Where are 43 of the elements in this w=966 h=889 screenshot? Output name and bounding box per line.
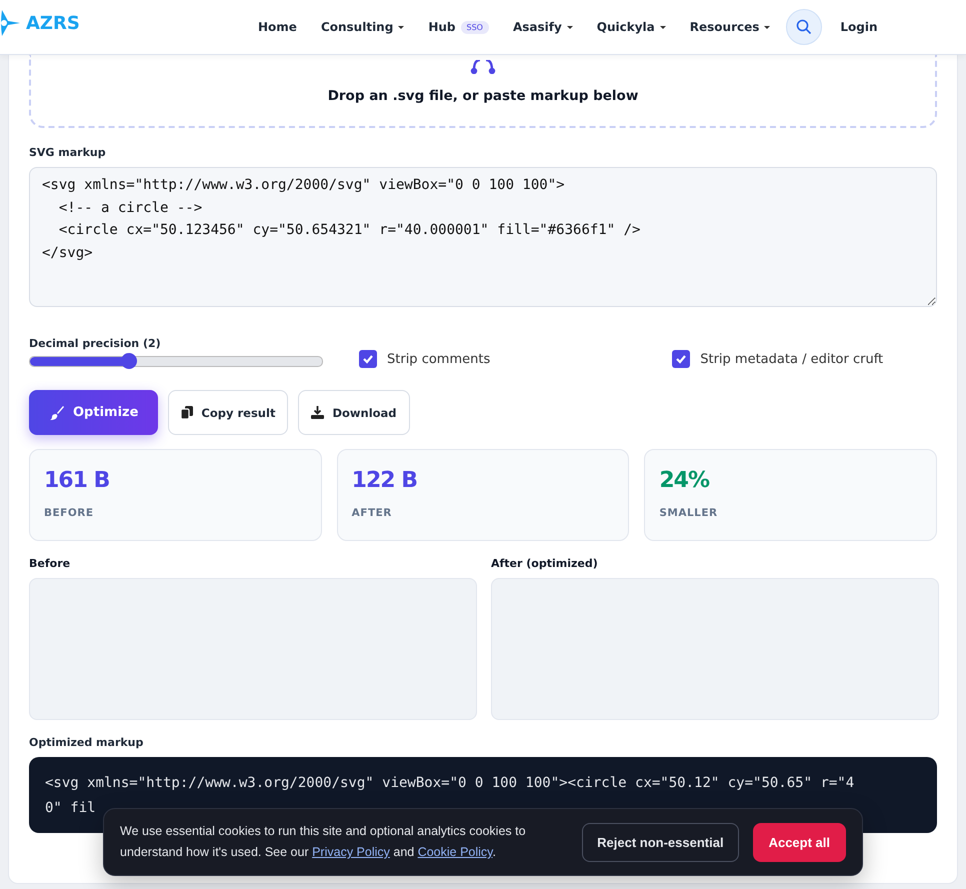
stat-label: AFTER (352, 507, 393, 519)
brush-icon (49, 404, 65, 420)
slider-label: Decimal precision (2) (29, 337, 162, 350)
preview-label: After (optimized) (491, 557, 599, 570)
drop-zone-text: Drop an .svg file, or paste markup below (328, 88, 638, 104)
preview-label: Before (29, 557, 72, 570)
check-icon (675, 353, 688, 365)
nav-link[interactable]: Consulting (308, 20, 416, 34)
copy-icon (181, 406, 194, 419)
action-button[interactable]: Optimize (29, 390, 158, 435)
checkbox-label[interactable]: Strip comments (387, 352, 490, 366)
stat-value: 24% (659, 468, 710, 493)
download-icon (311, 406, 324, 419)
nav-link[interactable]: Home (246, 20, 309, 34)
check-icon (362, 353, 374, 365)
nav-link[interactable]: Asasify (500, 20, 585, 34)
login-link[interactable]: Login (828, 20, 890, 34)
slider-thumb[interactable] (121, 352, 138, 368)
nav-link[interactable]: Quickyla (584, 20, 678, 34)
nav-link[interactable]: Resources (678, 20, 782, 34)
field-label: SVG markup (29, 146, 107, 159)
stat-label: SMALLER (659, 507, 719, 519)
search-icon (796, 19, 812, 35)
action-button[interactable]: Download (298, 390, 410, 435)
checkbox[interactable] (359, 350, 377, 368)
upload-icon (468, 60, 498, 74)
nav-badge: SSO (460, 20, 489, 34)
stat-value: 161 B (44, 468, 110, 493)
nav-link[interactable]: Hub SSO (416, 20, 501, 34)
policy-link[interactable]: Cookie Policy (418, 845, 493, 859)
search-button[interactable] (786, 9, 822, 45)
accept-button[interactable]: Accept all (752, 822, 846, 862)
svg-markup-field[interactable]: <svg xmlns="http://www.w3.org/2000/svg" viewBox="0 0 100 100"> <!-- a circle --> <circle cx="50.123456" cy="50.654321" r="40.000001" fill="#6366f1" /> </svg> (29, 167, 937, 307)
reject-button[interactable]: Reject non-essential (582, 822, 739, 862)
section-label: Optimized markup (29, 736, 144, 749)
checkbox[interactable] (672, 350, 690, 368)
action-button[interactable]: Copy result (168, 390, 288, 435)
precision-slider[interactable] (29, 356, 323, 366)
drop-zone[interactable]: Drop an .svg file, or paste markup below (29, 55, 937, 128)
stat-value: 122 B (352, 468, 418, 493)
checkbox-label[interactable]: Strip metadata / editor cruft (700, 352, 884, 366)
stat-label: BEFORE (44, 507, 95, 519)
policy-link[interactable]: Privacy Policy (312, 845, 390, 859)
